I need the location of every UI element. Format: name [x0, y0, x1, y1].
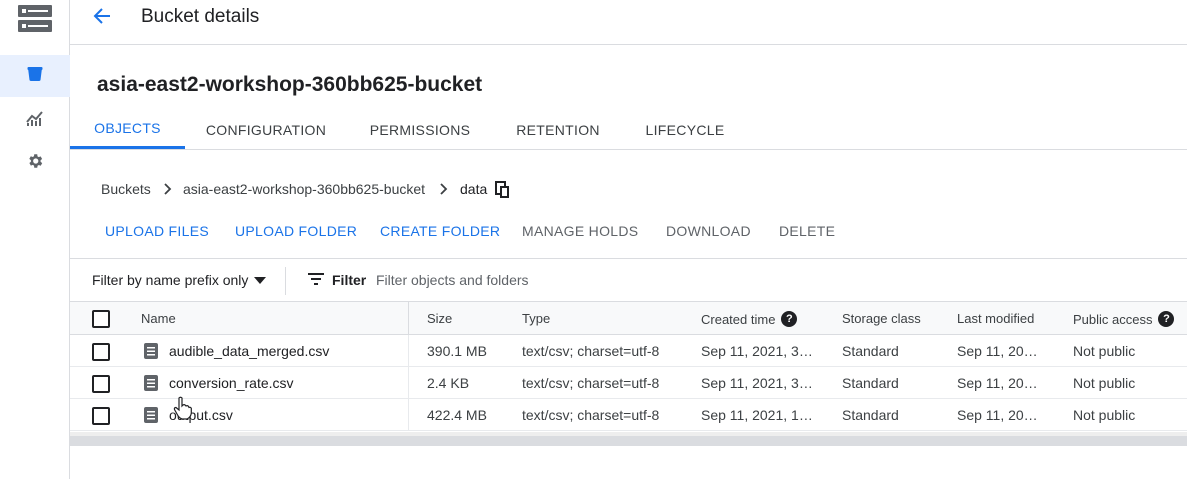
nav-settings[interactable]	[0, 142, 70, 184]
table-row[interactable]: audible_data_merged.csv 390.1 MB text/cs…	[70, 335, 1187, 367]
cell-size: 422.4 MB	[427, 407, 487, 423]
settings-gear-icon	[26, 152, 44, 175]
object-name-link[interactable]: audible_data_merged.csv	[169, 343, 329, 359]
row-checkbox[interactable]	[92, 375, 110, 393]
cell-storage: Standard	[842, 407, 899, 423]
tab-permissions[interactable]: PERMISSIONS	[365, 110, 475, 149]
cell-modified: Sep 11, 20…	[957, 343, 1038, 359]
monitoring-icon	[25, 109, 45, 132]
column-name-label: Name	[141, 311, 176, 326]
filter-button[interactable]: Filter	[308, 272, 366, 288]
column-storage-label: Storage class	[842, 311, 921, 326]
breadcrumb-bucket-link[interactable]: asia-east2-workshop-360bb625-bucket	[183, 181, 425, 197]
column-divider	[408, 302, 409, 335]
cell-public: Not public	[1073, 375, 1136, 391]
back-button[interactable]	[90, 6, 114, 30]
help-icon[interactable]: ?	[781, 311, 798, 327]
column-modified-label: Last modified	[957, 311, 1035, 326]
horizontal-scrollbar[interactable]	[70, 436, 1187, 446]
row-checkbox[interactable]	[92, 343, 110, 361]
filter-divider	[285, 267, 286, 295]
column-header-storage[interactable]: Storage class	[842, 311, 921, 326]
chevron-right-icon	[162, 182, 172, 201]
download-button[interactable]: DOWNLOAD	[666, 223, 751, 239]
upload-files-button[interactable]: UPLOAD FILES	[105, 223, 209, 239]
column-header-modified[interactable]: Last modified	[957, 311, 1034, 326]
tab-bar: OBJECTS CONFIGURATION PERMISSIONS RETENT…	[70, 110, 1187, 150]
table-row[interactable]: output.csv 422.4 MB text/csv; charset=ut…	[70, 399, 1187, 431]
cell-modified: Sep 11, 20…	[957, 375, 1038, 391]
chevron-right-icon	[438, 182, 448, 201]
cell-modified: Sep 11, 20…	[957, 407, 1038, 423]
column-divider	[408, 367, 409, 399]
tab-objects[interactable]: OBJECTS	[70, 110, 185, 149]
cell-storage: Standard	[842, 375, 899, 391]
cell-type: text/csv; charset=utf-8	[522, 343, 660, 359]
hand-cursor-icon	[173, 396, 193, 425]
cell-size: 390.1 MB	[427, 343, 487, 359]
storage-logo-icon	[17, 4, 53, 39]
object-name-link[interactable]: conversion_rate.csv	[169, 375, 294, 391]
cell-type: text/csv; charset=utf-8	[522, 375, 660, 391]
column-header-size[interactable]: Size	[427, 311, 452, 326]
filter-label: Filter	[332, 272, 367, 288]
filter-prefix-label: Filter by name prefix only	[92, 272, 249, 288]
cell-created: Sep 11, 2021, 3…	[701, 343, 813, 359]
manage-holds-button[interactable]: MANAGE HOLDS	[522, 223, 638, 239]
file-icon	[143, 342, 159, 365]
arrow-back-icon	[92, 6, 112, 31]
left-nav-rail	[0, 0, 70, 479]
filter-prefix-dropdown[interactable]: Filter by name prefix only	[92, 272, 267, 288]
table-header-row: Name Size Type Created time ? Storage cl…	[70, 302, 1187, 335]
column-header-name[interactable]: Name	[141, 311, 176, 326]
page-header: Bucket details	[70, 0, 1187, 45]
table-row[interactable]: conversion_rate.csv 2.4 KB text/csv; cha…	[70, 367, 1187, 399]
column-header-type[interactable]: Type	[522, 311, 550, 326]
column-divider	[408, 335, 409, 367]
breadcrumb-buckets-link[interactable]: Buckets	[101, 181, 151, 197]
column-header-created[interactable]: Created time ?	[701, 311, 798, 327]
help-icon[interactable]: ?	[1158, 311, 1175, 327]
upload-folder-button[interactable]: UPLOAD FOLDER	[235, 223, 357, 239]
page-title: Bucket details	[141, 6, 260, 27]
bucket-name-heading: asia-east2-workshop-360bb625-bucket	[97, 73, 483, 96]
select-all-checkbox[interactable]	[92, 310, 110, 328]
copy-icon[interactable]	[495, 181, 511, 204]
filter-lines-icon	[308, 272, 324, 288]
nav-monitoring[interactable]	[0, 99, 70, 141]
cell-size: 2.4 KB	[427, 375, 470, 391]
column-type-label: Type	[522, 311, 551, 326]
delete-button[interactable]: DELETE	[779, 223, 835, 239]
row-checkbox[interactable]	[92, 407, 110, 425]
filter-objects-input[interactable]	[376, 268, 676, 292]
tab-lifecycle[interactable]: LIFECYCLE	[639, 110, 731, 149]
cell-public: Not public	[1073, 343, 1136, 359]
nav-buckets[interactable]	[0, 55, 70, 97]
column-public-label: Public access	[1073, 311, 1153, 327]
column-created-label: Created time	[701, 311, 776, 327]
dropdown-arrow-icon	[254, 272, 267, 288]
breadcrumb-current-folder: data	[460, 181, 488, 197]
file-icon	[143, 406, 159, 429]
column-size-label: Size	[427, 311, 453, 326]
column-header-public[interactable]: Public access ?	[1073, 311, 1175, 327]
cell-storage: Standard	[842, 343, 899, 359]
file-icon	[143, 374, 159, 397]
bucket-icon	[26, 65, 44, 88]
tab-configuration[interactable]: CONFIGURATION	[200, 110, 332, 149]
tab-retention[interactable]: RETENTION	[510, 110, 606, 149]
create-folder-button[interactable]: CREATE FOLDER	[380, 223, 500, 239]
filter-bar: Filter by name prefix only Filter	[70, 258, 1187, 302]
cell-created: Sep 11, 2021, 1…	[701, 407, 813, 423]
cell-public: Not public	[1073, 407, 1136, 423]
column-divider	[408, 399, 409, 431]
cell-type: text/csv; charset=utf-8	[522, 407, 660, 423]
cell-created: Sep 11, 2021, 3…	[701, 375, 813, 391]
objects-table: Name Size Type Created time ? Storage cl…	[70, 302, 1187, 431]
